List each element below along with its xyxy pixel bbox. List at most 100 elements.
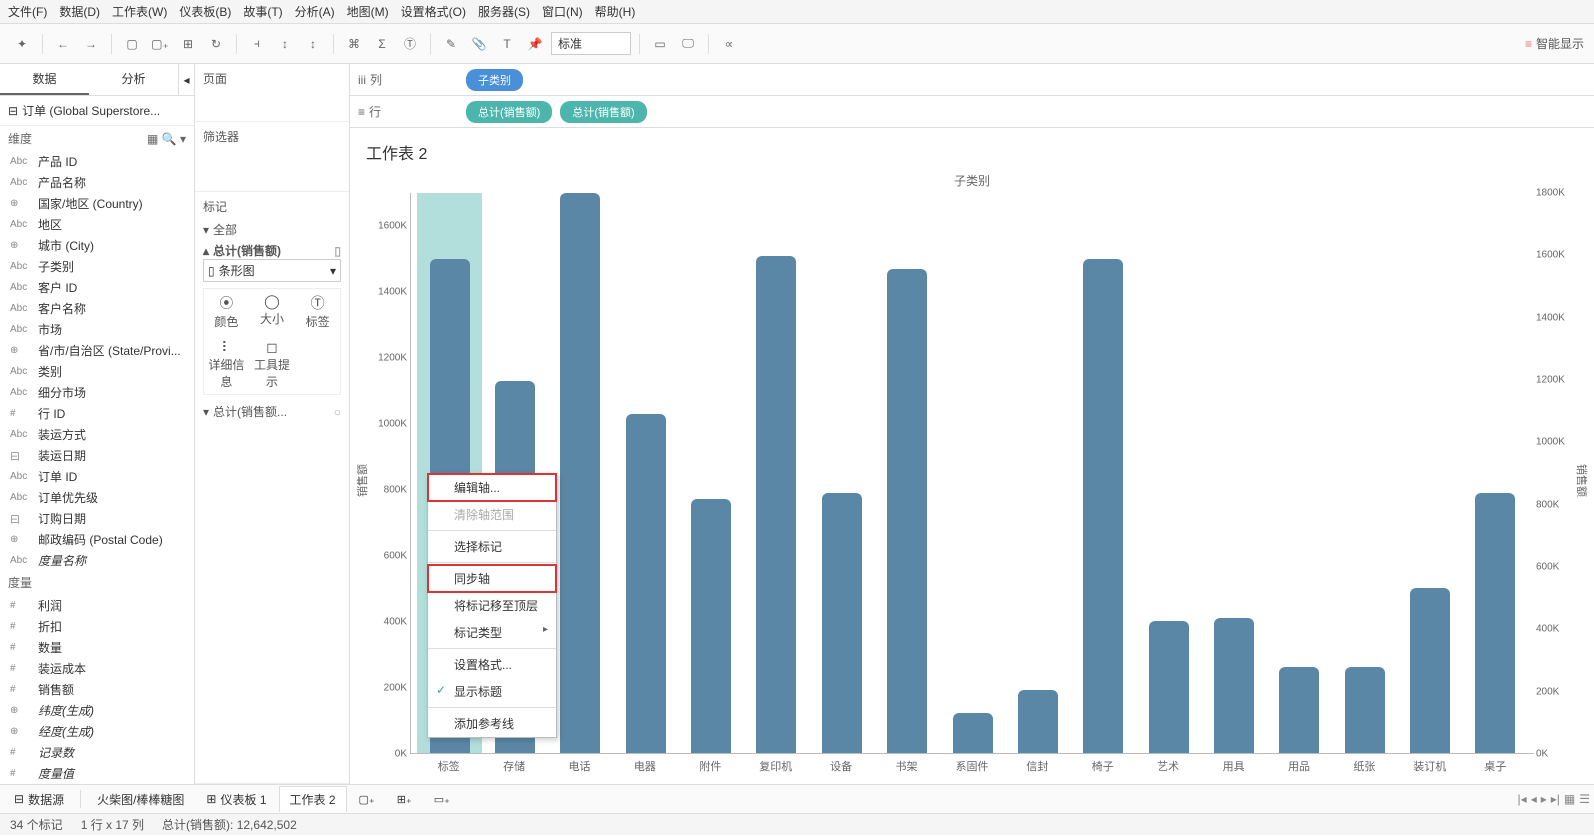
bar[interactable] xyxy=(1397,193,1462,753)
bar[interactable] xyxy=(744,193,809,753)
mark-大小[interactable]: ◯大小 xyxy=(250,289,295,334)
columns-shelf[interactable]: iii列 子类别 xyxy=(350,64,1594,96)
menu-item[interactable]: 数据(D) xyxy=(59,3,100,20)
ctx-item[interactable]: 标记类型 xyxy=(428,619,556,646)
panel-collapse-icon[interactable]: ◂ xyxy=(178,64,194,95)
tab-data-source[interactable]: ⊟数据源 xyxy=(4,787,74,812)
new-worksheet-icon[interactable]: ▢₊ xyxy=(349,789,385,810)
bar[interactable] xyxy=(875,193,940,753)
y-axis-label-right[interactable]: 销售额 xyxy=(1574,464,1590,497)
pill-subcategory[interactable]: 子类别 xyxy=(466,69,523,91)
bar[interactable] xyxy=(678,193,743,753)
pill-sum-sales-1[interactable]: 总计(销售额) xyxy=(466,101,552,123)
marks-all-toggle[interactable]: ▾全部 xyxy=(203,221,341,238)
tab-analysis[interactable]: 分析 xyxy=(89,64,178,95)
nav-last-icon[interactable]: ▸| xyxy=(1551,792,1560,806)
ctx-item[interactable]: 同步轴 xyxy=(428,565,556,592)
nav-next-icon[interactable]: ▸ xyxy=(1541,792,1547,806)
field-item[interactable]: 曰装运日期 xyxy=(0,445,194,466)
field-item[interactable]: Abc细分市场 xyxy=(0,382,194,403)
new-db-icon[interactable]: ⊞ xyxy=(176,32,200,56)
bar[interactable] xyxy=(1071,193,1136,753)
data-source[interactable]: ⊟订单 (Global Superstore... xyxy=(0,96,194,126)
ctx-item[interactable]: 添加参考线 xyxy=(428,710,556,737)
field-item[interactable]: Abc类别 xyxy=(0,361,194,382)
field-item[interactable]: Abc客户 ID xyxy=(0,277,194,298)
back-icon[interactable]: ← xyxy=(51,32,75,56)
field-item[interactable]: #度量值 xyxy=(0,763,194,784)
new-dashboard-icon[interactable]: ⊞₊ xyxy=(387,789,422,810)
share-icon[interactable]: ∝ xyxy=(717,32,741,56)
field-item[interactable]: #装运成本 xyxy=(0,658,194,679)
nav-list-icon[interactable]: ☰ xyxy=(1579,792,1590,806)
sheet-tab-3[interactable]: 工作表 2 xyxy=(279,786,347,812)
nav-first-icon[interactable]: |◂ xyxy=(1518,792,1527,806)
bar[interactable] xyxy=(1005,193,1070,753)
menu-item[interactable]: 工作表(W) xyxy=(112,3,167,20)
axis-context-menu[interactable]: 编辑轴...清除轴范围选择标记同步轴将标记移至顶层标记类型设置格式...显示标题… xyxy=(427,473,557,738)
new-story-icon[interactable]: ▭₊ xyxy=(424,789,460,810)
menu-item[interactable]: 窗口(N) xyxy=(542,3,583,20)
bar[interactable] xyxy=(1463,193,1528,753)
abc-icon[interactable]: Ⓣ xyxy=(398,32,422,56)
menu-item[interactable]: 服务器(S) xyxy=(478,3,530,20)
field-item[interactable]: ⊕邮政编码 (Postal Code) xyxy=(0,529,194,550)
new-sheet-icon[interactable]: ▢₊ xyxy=(148,32,172,56)
save-icon[interactable]: ▢ xyxy=(120,32,144,56)
field-item[interactable]: ⊕国家/地区 (Country) xyxy=(0,193,194,214)
field-item[interactable]: ⊕城市 (City) xyxy=(0,235,194,256)
menu-item[interactable]: 地图(M) xyxy=(347,3,389,20)
bar[interactable] xyxy=(809,193,874,753)
field-item[interactable]: ⊕省/市/自治区 (State/Provi... xyxy=(0,340,194,361)
field-item[interactable]: Abc订单优先级 xyxy=(0,487,194,508)
bar[interactable] xyxy=(1201,193,1266,753)
ctx-item[interactable]: 将标记移至顶层 xyxy=(428,592,556,619)
field-item[interactable]: 曰订购日期 xyxy=(0,508,194,529)
field-item[interactable]: #折扣 xyxy=(0,616,194,637)
ctx-item[interactable]: 设置格式... xyxy=(428,651,556,678)
tab-data[interactable]: 数据 xyxy=(0,64,89,95)
forward-icon[interactable]: → xyxy=(79,32,103,56)
pages-shelf[interactable]: 页面 xyxy=(203,70,341,87)
field-item[interactable]: Abc产品名称 xyxy=(0,172,194,193)
field-item[interactable]: Abc子类别 xyxy=(0,256,194,277)
text-icon[interactable]: T xyxy=(495,32,519,56)
bar[interactable] xyxy=(1332,193,1397,753)
field-item[interactable]: Abc客户名称 xyxy=(0,298,194,319)
menubar[interactable]: 文件(F)数据(D)工作表(W)仪表板(B)故事(T)分析(A)地图(M)设置格… xyxy=(0,0,1594,24)
bar[interactable] xyxy=(613,193,678,753)
totals-icon[interactable]: Σ xyxy=(370,32,394,56)
mark-颜色[interactable]: ⦿颜色 xyxy=(204,289,249,334)
sheet-tab-1[interactable]: 火柴图/棒棒糖图 xyxy=(87,787,194,812)
field-item[interactable]: Abc地区 xyxy=(0,214,194,235)
nav-grid-icon[interactable]: ▦ xyxy=(1564,792,1575,806)
nav-prev-icon[interactable]: ◂ xyxy=(1531,792,1537,806)
menu-item[interactable]: 故事(T) xyxy=(243,3,282,20)
menu-item[interactable]: 帮助(H) xyxy=(595,3,636,20)
bar[interactable] xyxy=(1267,193,1332,753)
sorta-icon[interactable]: ↕ xyxy=(273,32,297,56)
mark-type-select[interactable]: ▯条形图▾ xyxy=(203,259,341,282)
show-me-button[interactable]: ≡智能显示 xyxy=(1525,35,1584,52)
rows-shelf[interactable]: ≡行 总计(销售额) 总计(销售额) xyxy=(350,96,1594,128)
field-item[interactable]: Abc订单 ID xyxy=(0,466,194,487)
sortd-icon[interactable]: ↕ xyxy=(301,32,325,56)
bar[interactable] xyxy=(940,193,1005,753)
field-item[interactable]: Abc市场 xyxy=(0,319,194,340)
marks-sum2[interactable]: ▾总计(销售额...○ xyxy=(203,403,341,420)
field-item[interactable]: Abc度量名称 xyxy=(0,550,194,570)
present-icon[interactable]: ▭ xyxy=(648,32,672,56)
worksheet-title[interactable]: 工作表 2 xyxy=(350,128,1594,172)
attach-icon[interactable]: 📎 xyxy=(467,32,491,56)
menu-item[interactable]: 仪表板(B) xyxy=(179,3,231,20)
field-item[interactable]: #记录数 xyxy=(0,742,194,763)
field-item[interactable]: #销售额 xyxy=(0,679,194,700)
bar[interactable] xyxy=(1136,193,1201,753)
ctx-item[interactable]: 编辑轴... xyxy=(428,474,556,501)
menu-item[interactable]: 设置格式(O) xyxy=(401,3,466,20)
pin-icon[interactable]: 📌 xyxy=(523,32,547,56)
fit-select[interactable]: 标准 xyxy=(551,32,631,55)
menu-item[interactable]: 分析(A) xyxy=(295,3,335,20)
field-item[interactable]: #利润 xyxy=(0,595,194,616)
highlight-icon[interactable]: ✎ xyxy=(439,32,463,56)
